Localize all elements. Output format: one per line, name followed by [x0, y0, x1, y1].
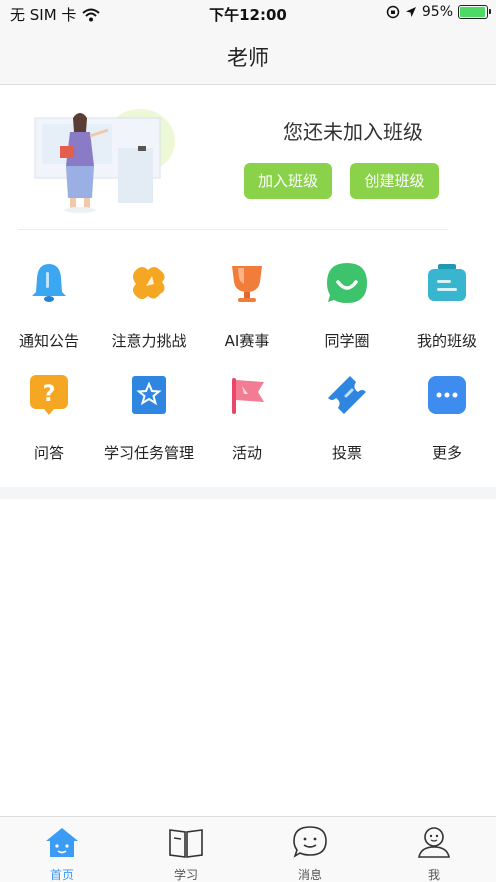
trophy-icon: [232, 266, 262, 302]
tab-label: 首页: [49, 868, 74, 882]
grid-label: AI赛事: [224, 332, 270, 350]
bottom-tab-bar: 首页 学习 消息 我: [0, 816, 496, 882]
tab-label: 学习: [173, 868, 198, 882]
bell-icon: [32, 264, 66, 302]
grid-item-qa[interactable]: ? 问答: [0, 372, 104, 463]
battery-icon: [458, 5, 491, 19]
tab-label: 我: [427, 868, 440, 882]
profile-icon: [418, 827, 450, 858]
teacher-illustration: [34, 109, 175, 213]
status-right: 95%: [386, 4, 491, 20]
grid-item-activity[interactable]: 活动: [192, 372, 302, 463]
svg-text:?: ?: [43, 382, 56, 407]
grid-item-my-class[interactable]: 我的班级: [392, 260, 496, 351]
book-icon: [169, 829, 203, 858]
grid-label: 投票: [331, 444, 362, 462]
home-icon: [46, 828, 78, 857]
tab-profile[interactable]: 我: [372, 825, 496, 882]
grid-item-task-management[interactable]: 学习任务管理: [94, 372, 204, 463]
message-icon: [293, 826, 327, 858]
question-icon: ?: [30, 375, 68, 415]
more-icon: [428, 376, 466, 414]
tab-messages[interactable]: 消息: [248, 825, 372, 882]
orientation-lock-icon: [386, 5, 400, 19]
grid-label: 问答: [33, 444, 64, 462]
grid-label: 同学圈: [324, 332, 370, 350]
status-bar: 无 SIM 卡 下午12:00 95%: [0, 0, 496, 28]
grid-label: 通知公告: [18, 332, 79, 350]
divider: [18, 229, 448, 230]
tab-home[interactable]: 首页: [0, 825, 124, 882]
join-class-banner: 您还未加入班级 加入班级 创建班级: [0, 86, 496, 231]
grid-label: 更多: [431, 444, 462, 462]
grid-item-vote[interactable]: 投票: [292, 372, 402, 463]
grid-item-more[interactable]: 更多: [392, 372, 496, 463]
location-icon: [405, 7, 416, 17]
star-bookmark-icon: [132, 376, 166, 414]
not-joined-message: 您还未加入班级: [283, 120, 423, 144]
grid-label: 活动: [231, 444, 262, 462]
grid-item-classmates-circle[interactable]: 同学圈: [292, 260, 402, 351]
create-class-button[interactable]: 创建班级: [350, 163, 439, 199]
grid-label: 我的班级: [416, 332, 477, 350]
ticket-icon: [328, 376, 366, 414]
grid-item-attention-challenge[interactable]: 注意力挑战: [94, 260, 204, 351]
join-class-button[interactable]: 加入班级: [244, 163, 332, 199]
tab-label: 消息: [297, 868, 322, 882]
grid-item-notice[interactable]: 通知公告: [0, 260, 104, 351]
flag-icon: [232, 378, 264, 414]
battery-percent: 95%: [421, 4, 453, 20]
grid-label: 学习任务管理: [103, 444, 194, 462]
page-title: 老师: [227, 46, 269, 70]
class-board-icon: [428, 264, 466, 301]
grid-item-ai-contest[interactable]: AI赛事: [192, 260, 302, 351]
nav-bar: 老师: [0, 28, 496, 85]
section-separator: [0, 487, 496, 499]
chat-bubble-icon: [327, 263, 367, 303]
tab-study[interactable]: 学习: [124, 825, 248, 882]
puzzle-icon: [133, 267, 165, 299]
grid-label: 注意力挑战: [111, 332, 187, 350]
